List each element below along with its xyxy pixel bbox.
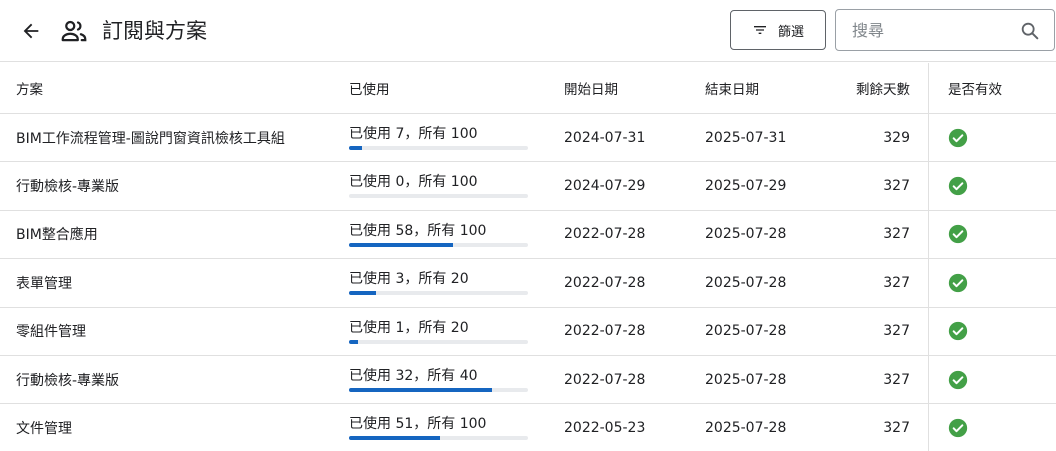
column-header-remaining-days[interactable]: 剩餘天數	[820, 63, 910, 113]
plan-name: 零組件管理	[16, 324, 86, 341]
check-circle-icon	[948, 128, 968, 147]
filter-icon	[753, 26, 766, 34]
usage-cell: 已使用 58，所有 100	[349, 211, 529, 258]
remaining-days: 327	[883, 178, 910, 195]
valid-status	[948, 356, 1048, 403]
usage-cell: 已使用 32，所有 40	[349, 356, 529, 403]
table-row[interactable]: 行動檢核-專業版 已使用 0，所有 100 2024-07-29 2025-07…	[0, 162, 1056, 211]
plan-name: 行動檢核-專業版	[16, 372, 120, 389]
search-box[interactable]	[835, 9, 1055, 51]
start-date: 2024-07-31	[564, 129, 646, 146]
valid-status	[948, 308, 1048, 355]
remaining-days: 327	[883, 323, 910, 340]
check-circle-icon	[948, 370, 968, 389]
start-date: 2022-05-23	[564, 420, 646, 437]
usage-cell: 已使用 1，所有 20	[349, 308, 529, 355]
usage-text: 已使用 58，所有 100	[349, 222, 487, 239]
end-date: 2025-07-29	[705, 178, 787, 195]
column-header-plan[interactable]: 方案	[16, 63, 336, 113]
usage-text: 已使用 7，所有 100	[349, 126, 478, 142]
column-header-end-date[interactable]: 結束日期	[705, 63, 835, 113]
valid-status	[948, 162, 1048, 209]
table-row[interactable]: 文件管理 已使用 51，所有 100 2022-05-23 2025-07-28…	[0, 404, 1056, 451]
remaining-days: 327	[883, 226, 910, 243]
search-input[interactable]	[836, 10, 1011, 50]
check-circle-icon	[948, 322, 968, 341]
back-button[interactable]	[16, 16, 46, 46]
usage-progress-bar	[349, 339, 528, 344]
search-icon[interactable]	[1018, 19, 1042, 43]
arrow-back-icon	[23, 23, 39, 39]
column-header-used[interactable]: 已使用	[349, 63, 539, 113]
column-divider	[928, 63, 929, 451]
usage-progress-bar	[349, 387, 528, 392]
start-date: 2022-07-28	[564, 226, 646, 243]
usage-text: 已使用 51，所有 100	[349, 416, 487, 433]
usage-progress-bar	[349, 242, 528, 247]
end-date: 2025-07-28	[705, 274, 787, 291]
usage-progress-bar	[349, 436, 528, 441]
usage-cell: 已使用 51，所有 100	[349, 404, 529, 451]
remaining-days: 329	[883, 129, 910, 146]
usage-progress-bar	[349, 146, 528, 150]
usage-progress-fill	[349, 146, 362, 150]
check-circle-icon	[948, 176, 968, 196]
end-date: 2025-07-28	[705, 323, 787, 340]
table-body: BIM工作流程管理-圖說門窗資訊檢核工具組 已使用 7，所有 100 2024-…	[0, 114, 1056, 451]
end-date: 2025-07-28	[705, 420, 787, 437]
column-header-valid[interactable]: 是否有效	[948, 63, 1048, 113]
valid-status	[948, 211, 1048, 258]
plan-name: 文件管理	[16, 421, 72, 438]
usage-cell: 已使用 0，所有 100	[349, 162, 529, 209]
valid-status	[948, 114, 1048, 161]
start-date: 2024-07-29	[564, 178, 646, 195]
start-date: 2022-07-28	[564, 323, 646, 340]
plan-name: 行動檢核-專業版	[16, 179, 120, 196]
plan-name: BIM工作流程管理-圖說門窗資訊檢核工具組	[16, 130, 285, 147]
usage-text: 已使用 0，所有 100	[349, 174, 478, 191]
usage-text: 已使用 1，所有 20	[349, 319, 469, 336]
plan-name: BIM整合應用	[16, 227, 98, 244]
usage-text: 已使用 3，所有 20	[349, 271, 469, 288]
table-row[interactable]: BIM整合應用 已使用 58，所有 100 2022-07-28 2025-07…	[0, 211, 1056, 260]
usage-cell: 已使用 3，所有 20	[349, 259, 529, 306]
column-header-start-date[interactable]: 開始日期	[564, 63, 694, 113]
remaining-days: 327	[883, 371, 910, 388]
check-circle-icon	[948, 418, 968, 438]
page-header: 訂閱與方案 篩選	[0, 0, 1056, 62]
table-row[interactable]: 行動檢核-專業版 已使用 32，所有 40 2022-07-28 2025-07…	[0, 356, 1056, 405]
valid-status	[948, 259, 1048, 306]
check-circle-icon	[948, 273, 968, 293]
filter-button[interactable]: 篩選	[730, 10, 826, 50]
table-row[interactable]: 零組件管理 已使用 1，所有 20 2022-07-28 2025-07-28 …	[0, 308, 1056, 356]
table-row[interactable]: 表單管理 已使用 3，所有 20 2022-07-28 2025-07-28 3…	[0, 259, 1056, 308]
usage-cell: 已使用 7，所有 100	[349, 114, 529, 161]
end-date: 2025-07-28	[705, 371, 787, 388]
usage-progress-fill	[349, 387, 493, 392]
people-icon	[58, 15, 90, 47]
usage-progress-bar	[349, 291, 528, 296]
remaining-days: 327	[883, 420, 910, 437]
usage-progress-fill	[349, 242, 453, 247]
usage-progress-fill	[349, 436, 441, 441]
end-date: 2025-07-31	[705, 129, 787, 146]
check-circle-icon	[948, 225, 968, 244]
start-date: 2022-07-28	[564, 371, 646, 388]
table-header-row: 方案 已使用 開始日期 結束日期 剩餘天數 是否有效	[0, 63, 1056, 114]
start-date: 2022-07-28	[564, 274, 646, 291]
page-title: 訂閱與方案	[102, 19, 207, 43]
valid-status	[948, 404, 1048, 451]
table-row[interactable]: BIM工作流程管理-圖說門窗資訊檢核工具組 已使用 7，所有 100 2024-…	[0, 114, 1056, 163]
usage-progress-fill	[349, 339, 358, 344]
usage-progress-fill	[349, 291, 376, 296]
usage-text: 已使用 32，所有 40	[349, 367, 478, 384]
remaining-days: 327	[883, 274, 910, 291]
plan-name: 表單管理	[16, 275, 72, 292]
end-date: 2025-07-28	[705, 226, 787, 243]
filter-button-label: 篩選	[777, 24, 804, 40]
usage-progress-bar	[349, 194, 528, 199]
subscription-table: 方案 已使用 開始日期 結束日期 剩餘天數 是否有效 BIM工作流程管理-圖說門…	[0, 63, 1056, 451]
